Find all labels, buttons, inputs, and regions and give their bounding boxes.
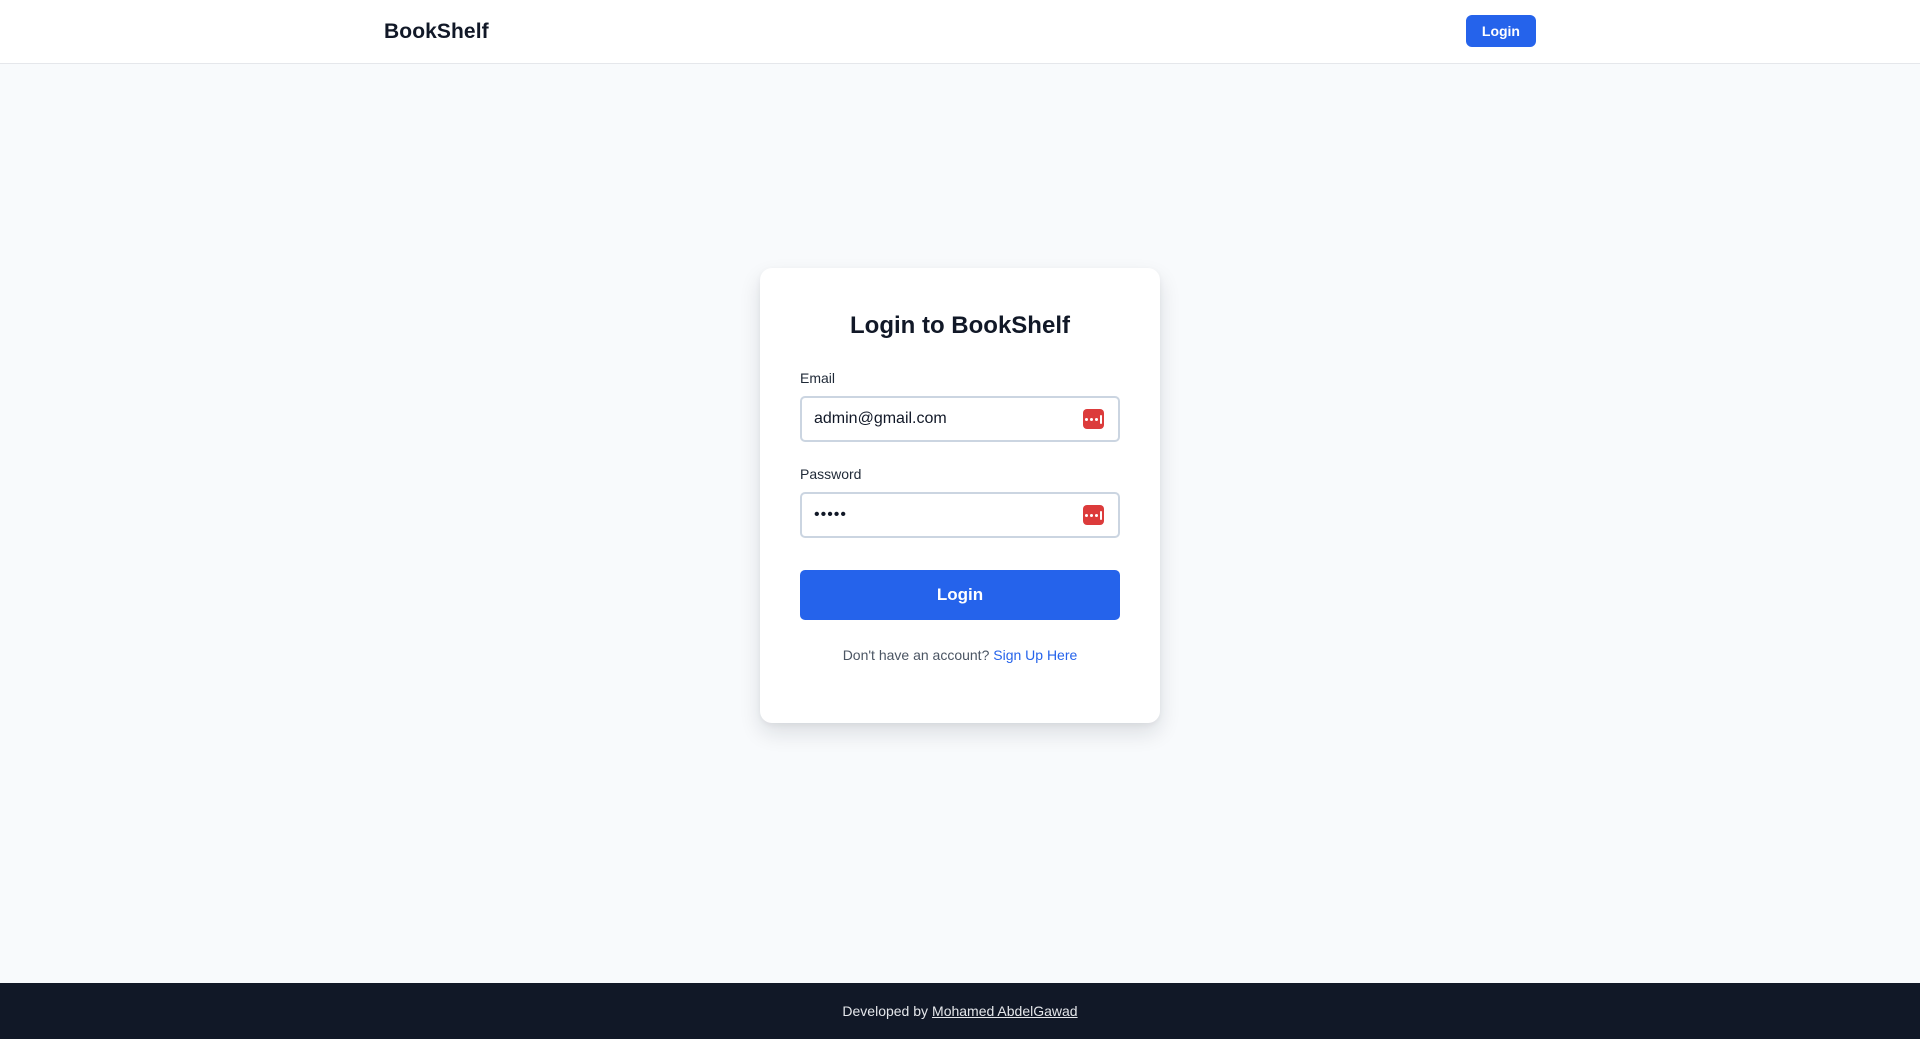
navbar-container: BookShelf Login bbox=[384, 0, 1536, 63]
signup-link[interactable]: Sign Up Here bbox=[993, 647, 1077, 663]
password-field-wrapper bbox=[800, 492, 1120, 538]
email-label: Email bbox=[800, 370, 836, 386]
brand-logo-text[interactable]: BookShelf bbox=[384, 20, 489, 44]
email-field-wrapper bbox=[800, 396, 1120, 442]
password-manager-icon[interactable] bbox=[1083, 505, 1104, 525]
footer-author-link[interactable]: Mohamed AbdelGawad bbox=[932, 1003, 1078, 1019]
pm-icon-bar bbox=[1100, 510, 1102, 520]
login-submit-button[interactable]: Login bbox=[800, 570, 1120, 620]
footer-credit-prefix: Developed by bbox=[842, 1003, 929, 1019]
password-input[interactable] bbox=[800, 492, 1120, 538]
pm-icon-dot bbox=[1095, 417, 1098, 421]
password-label: Password bbox=[800, 466, 862, 482]
login-card: Login to BookShelf Email Password bbox=[760, 268, 1160, 723]
pm-icon-dot bbox=[1095, 513, 1098, 517]
signup-prompt-text: Don't have an account? bbox=[842, 647, 990, 663]
password-manager-icon[interactable] bbox=[1083, 409, 1104, 429]
main-content: Login to BookShelf Email Password bbox=[0, 64, 1920, 983]
site-footer: Developed by Mohamed AbdelGawad bbox=[0, 983, 1920, 1039]
pm-icon-dot bbox=[1090, 513, 1093, 517]
nav-login-button[interactable]: Login bbox=[1465, 14, 1536, 47]
login-title: Login to BookShelf bbox=[850, 312, 1070, 339]
pm-icon-dot bbox=[1085, 513, 1088, 517]
top-navbar: BookShelf Login bbox=[0, 0, 1920, 64]
pm-icon-dot bbox=[1085, 417, 1088, 421]
pm-icon-dot bbox=[1090, 417, 1093, 421]
email-input[interactable] bbox=[800, 396, 1120, 442]
pm-icon-bar bbox=[1100, 414, 1102, 424]
app-root: BookShelf Login Login to BookShelf Email… bbox=[0, 0, 1920, 1039]
signup-prompt-row: Don't have an account? Sign Up Here bbox=[800, 647, 1120, 663]
